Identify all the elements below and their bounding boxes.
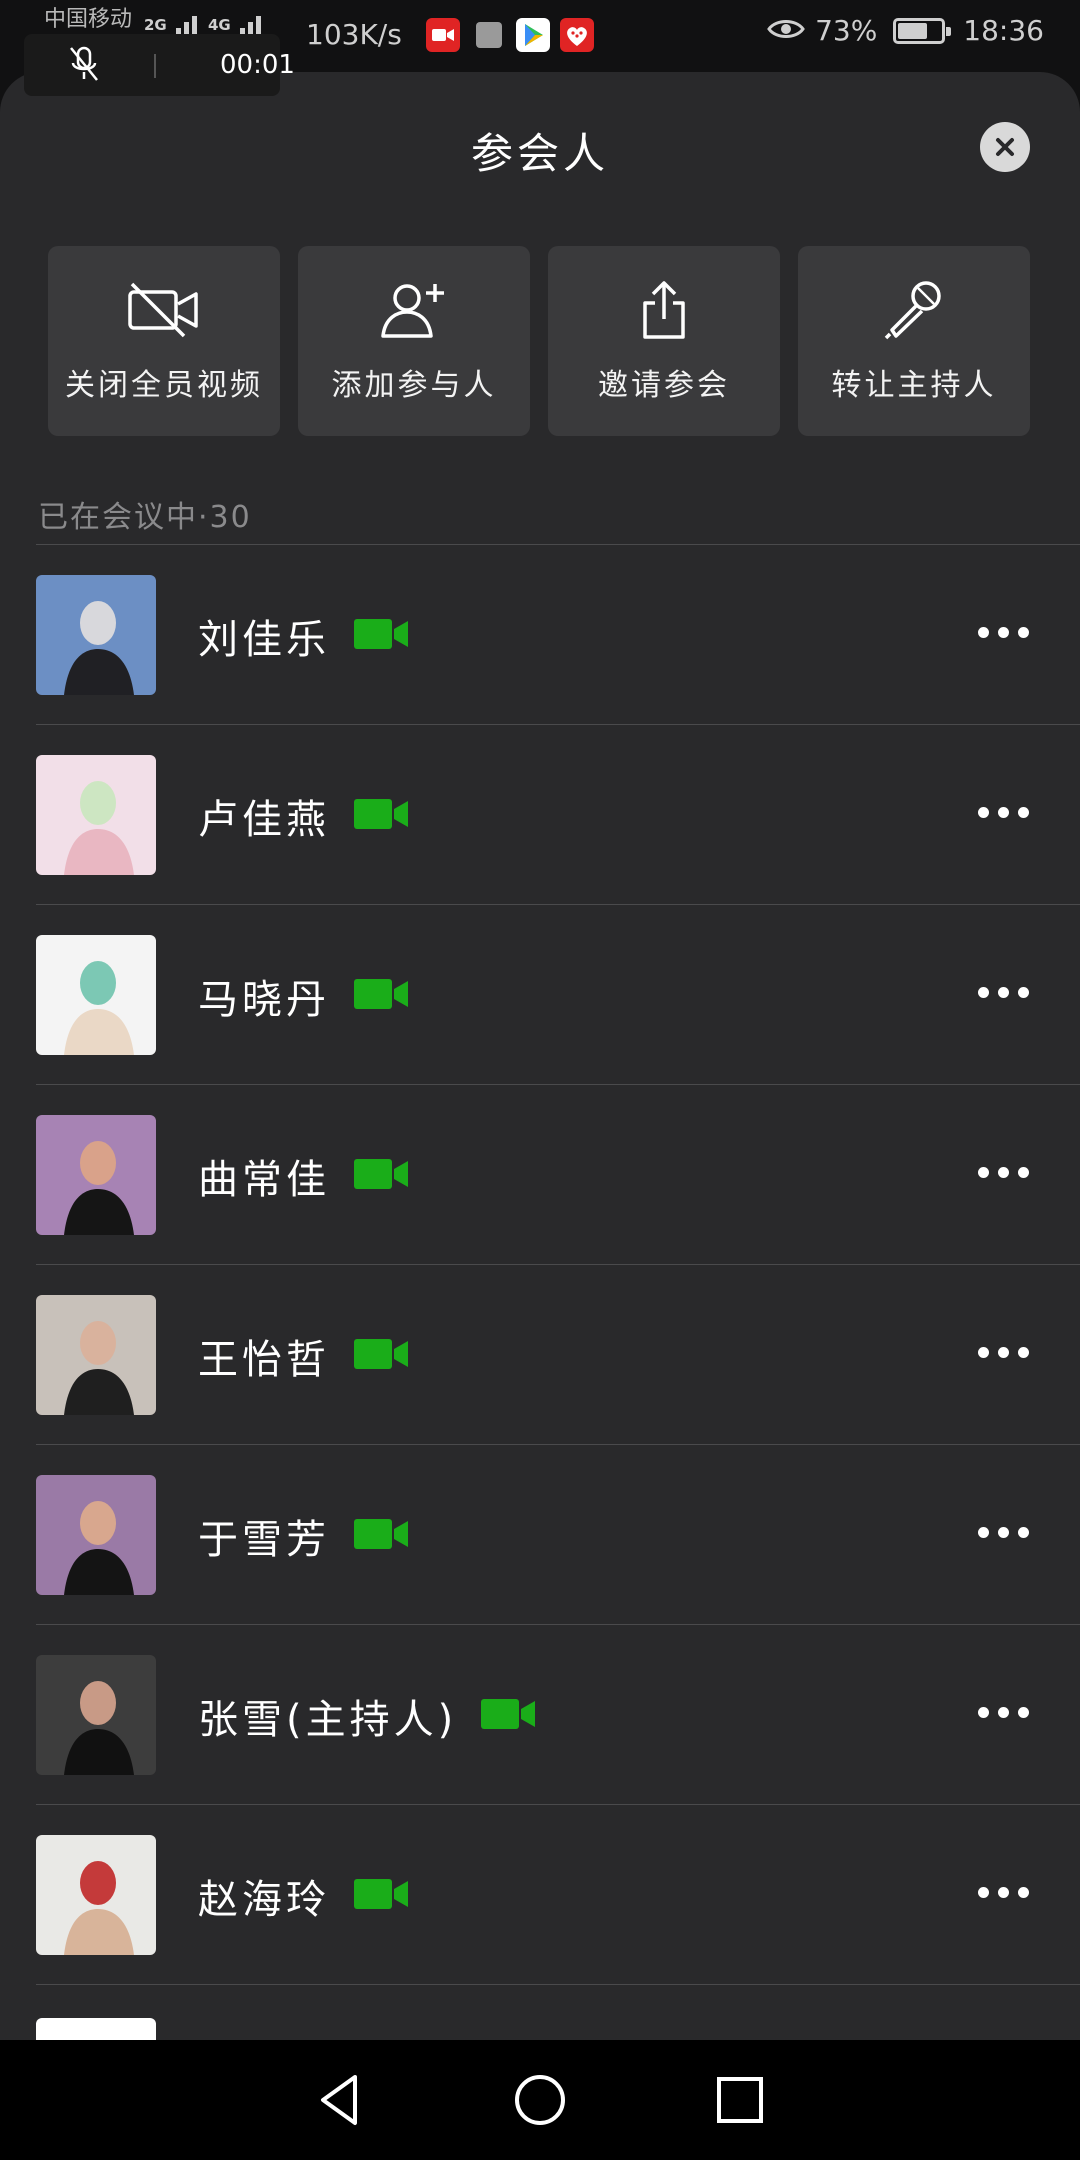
action-label: 关闭全员视频 — [65, 368, 263, 403]
video-off-icon — [124, 278, 204, 342]
participant-row[interactable]: 马晓丹 — [36, 905, 1080, 1085]
participant-list: 刘佳乐卢佳燕马晓丹曲常佳王怡哲于雪芳张雪(主持人) 赵海玲 — [0, 545, 1080, 1985]
carrier-labels: 中国移动 — [44, 6, 132, 34]
invite-button[interactable]: 邀请参会 — [548, 246, 780, 436]
action-label: 邀请参会 — [598, 368, 730, 403]
camera-on-icon — [354, 1157, 410, 1191]
participant-name: 曲常佳 — [198, 1157, 330, 1203]
share-icon — [624, 278, 704, 342]
video-call-icon — [426, 18, 460, 52]
mic-off-icon[interactable] — [64, 44, 104, 84]
more-options-button[interactable] — [978, 987, 1029, 998]
action-label: 添加参与人 — [331, 368, 497, 403]
home-button[interactable] — [510, 2070, 570, 2130]
participant-row[interactable]: 张雪(主持人) — [36, 1625, 1080, 1805]
participant-name: 刘佳乐 — [198, 617, 330, 663]
more-options-button[interactable] — [978, 807, 1029, 818]
camera-on-icon — [354, 617, 410, 651]
sheet-title: 参会人 — [470, 129, 609, 178]
call-timer: 00:01 — [220, 50, 295, 80]
network-2-label: 4G — [208, 16, 231, 34]
in-meeting-count: 已在会议中·30 — [38, 500, 252, 535]
avatar[interactable] — [36, 1655, 156, 1775]
carrier-1: 中国移动 — [44, 7, 133, 32]
avatar[interactable] — [36, 1295, 156, 1415]
battery-percent: 73% — [815, 14, 878, 47]
avatar — [36, 2018, 156, 2040]
avatar[interactable] — [36, 1475, 156, 1595]
participant-name: 卢佳燕 — [198, 797, 330, 843]
action-bar: 关闭全员视频 添加参与人 邀请参会 转让主持人 — [48, 246, 1030, 436]
pill-divider — [154, 54, 156, 78]
gray-square-icon — [476, 22, 502, 48]
participant-name: 于雪芳 — [198, 1517, 330, 1563]
recents-button[interactable] — [710, 2070, 770, 2130]
eye-comfort-icon — [767, 16, 805, 46]
more-options-button[interactable] — [978, 627, 1029, 638]
participant-row[interactable]: 卢佳燕 — [36, 725, 1080, 905]
avatar[interactable] — [36, 1115, 156, 1235]
transfer-host-button[interactable]: 转让主持人 — [798, 246, 1030, 436]
camera-on-icon — [354, 797, 410, 831]
turn-off-all-video-button[interactable]: 关闭全员视频 — [48, 246, 280, 436]
avatar[interactable] — [36, 575, 156, 695]
avatar[interactable] — [36, 935, 156, 1055]
participant-name: 赵海玲 — [198, 1877, 330, 1923]
participant-name: 王怡哲 — [198, 1337, 330, 1383]
participant-row[interactable]: 于雪芳 — [36, 1445, 1080, 1625]
back-icon — [321, 2075, 357, 2125]
close-icon — [996, 138, 1014, 156]
add-participant-button[interactable]: 添加参与人 — [298, 246, 530, 436]
clock: 18:36 — [963, 14, 1044, 47]
camera-on-icon — [354, 1877, 410, 1911]
back-button[interactable] — [310, 2070, 370, 2130]
more-options-button[interactable] — [978, 1167, 1029, 1178]
heart-app-icon — [560, 18, 594, 52]
navigation-bar — [0, 2040, 1080, 2160]
participant-name: 张雪(主持人) — [198, 1697, 458, 1743]
call-status-pill[interactable]: 00:01 — [24, 34, 295, 96]
camera-on-icon — [354, 1337, 410, 1371]
network-1-label: 2G — [144, 16, 167, 34]
recents-icon — [717, 2077, 763, 2123]
participant-name: 马晓丹 — [198, 977, 330, 1023]
more-options-button[interactable] — [978, 1707, 1029, 1718]
participant-row[interactable]: 王怡哲 — [36, 1265, 1080, 1445]
close-button[interactable] — [980, 122, 1030, 172]
network-speed: 103K/s — [306, 18, 402, 51]
action-label: 转让主持人 — [831, 368, 997, 403]
home-icon — [515, 2075, 565, 2125]
microphone-icon — [874, 278, 954, 342]
avatar[interactable] — [36, 755, 156, 875]
camera-on-icon — [354, 1517, 410, 1551]
add-person-icon — [374, 278, 454, 342]
more-options-button[interactable] — [978, 1527, 1029, 1538]
camera-on-icon — [354, 977, 410, 1011]
participant-row[interactable]: 赵海玲 — [36, 1805, 1080, 1985]
battery-icon — [893, 17, 952, 44]
status-right: 73% 18:36 — [767, 14, 1044, 47]
more-options-button[interactable] — [978, 1347, 1029, 1358]
play-store-icon — [516, 18, 550, 52]
camera-on-icon — [481, 1697, 537, 1731]
participants-sheet: 参会人 关闭全员视频 添加参与人 邀请参会 转让主持人 已在会议中·30 刘佳乐… — [0, 72, 1080, 2040]
participant-row[interactable]: 曲常佳 — [36, 1085, 1080, 1265]
avatar[interactable] — [36, 1835, 156, 1955]
more-options-button[interactable] — [978, 1887, 1029, 1898]
participant-row[interactable]: 刘佳乐 — [36, 545, 1080, 725]
